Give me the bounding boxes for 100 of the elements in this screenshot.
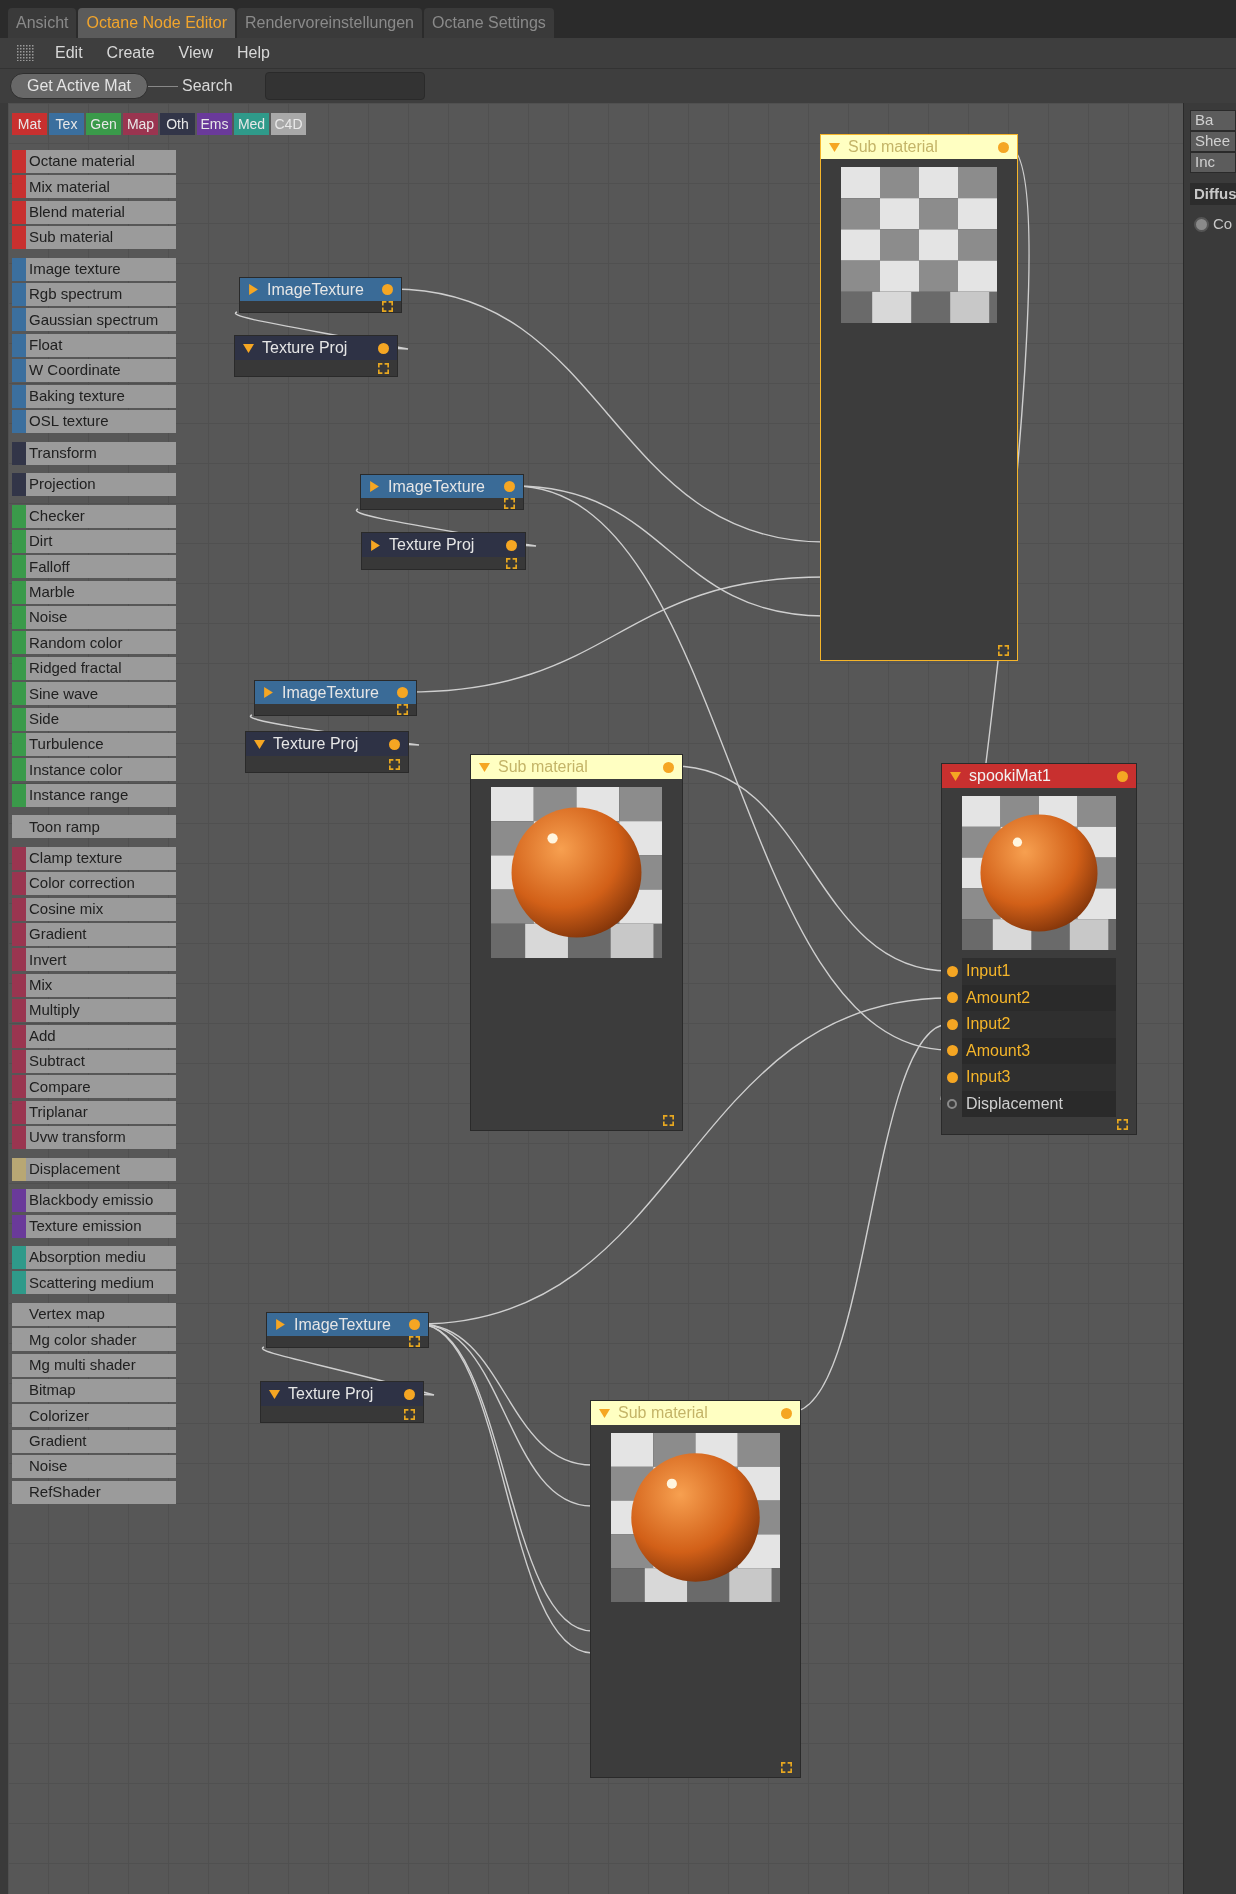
node-palette-item[interactable]: OSL texture (12, 410, 176, 433)
node-palette-item[interactable]: Image texture (12, 257, 176, 281)
node-palette-item[interactable]: Rgb spectrum (12, 283, 176, 307)
node-palette-item[interactable]: RefShader (12, 1480, 176, 1504)
resize-icon[interactable] (506, 557, 517, 569)
node-palette-item[interactable]: Mix material (12, 175, 176, 199)
texture-node[interactable]: Texture Proj (234, 335, 398, 377)
output-port[interactable] (389, 738, 400, 750)
input-port[interactable] (946, 1045, 958, 1057)
input-port[interactable] (946, 1018, 958, 1030)
category-filter[interactable]: Tex (49, 113, 84, 135)
input-port[interactable] (946, 992, 958, 1004)
node-palette-item[interactable]: Checker (12, 504, 176, 528)
input-port[interactable] (946, 965, 958, 977)
node-palette-item[interactable]: W Coordinate (12, 359, 176, 383)
tab[interactable]: Rendervoreinstellungen (237, 8, 422, 38)
resize-icon[interactable] (663, 1115, 674, 1126)
node-palette-item[interactable]: Scattering medium (12, 1271, 176, 1295)
node-palette-item[interactable]: Gradient (12, 1429, 176, 1453)
resize-icon[interactable] (378, 362, 389, 374)
node-palette-item[interactable]: Baking texture (12, 384, 176, 408)
node-palette-item[interactable]: Ridged fractal (12, 656, 176, 680)
node-palette-item[interactable]: Colorizer (12, 1404, 176, 1428)
down-triangle-icon[interactable] (243, 342, 254, 354)
down-triangle-icon[interactable] (950, 770, 961, 782)
grid-handle-icon[interactable] (17, 45, 35, 61)
node-palette-item[interactable]: Color correction (12, 872, 176, 896)
right-triangle-icon[interactable] (370, 539, 381, 551)
resize-icon[interactable] (504, 498, 515, 509)
texture-node[interactable]: ImageTexture (266, 1312, 429, 1348)
menu-item[interactable]: Create (106, 41, 155, 65)
node-palette-item[interactable]: Octane material (12, 150, 176, 173)
tab[interactable]: Octane Settings (424, 8, 554, 38)
node-palette-item[interactable]: Noise (12, 606, 176, 630)
radio-button[interactable] (1194, 216, 1209, 232)
tab[interactable]: Octane Node Editor (78, 8, 235, 38)
input-port[interactable] (946, 1071, 958, 1083)
node-palette-item[interactable]: Add (12, 1024, 176, 1048)
right-triangle-icon[interactable] (369, 481, 380, 492)
node-palette-item[interactable]: Float (12, 333, 176, 357)
node-palette-item[interactable]: Displacement (12, 1157, 176, 1181)
panel-tab-button[interactable]: Ba (1190, 110, 1236, 131)
node-palette-item[interactable]: Falloff (12, 555, 176, 579)
right-triangle-icon[interactable] (248, 284, 259, 295)
right-triangle-icon[interactable] (275, 1319, 286, 1330)
resize-icon[interactable] (397, 704, 408, 715)
node-palette-item[interactable]: Gaussian spectrum (12, 308, 176, 332)
node-palette-item[interactable]: Sine wave (12, 682, 176, 706)
resize-icon[interactable] (404, 1408, 415, 1420)
node-palette-item[interactable]: Bitmap (12, 1379, 176, 1403)
node-palette-item[interactable]: Absorption mediu (12, 1246, 176, 1269)
node-palette-item[interactable]: Multiply (12, 999, 176, 1023)
texture-node[interactable]: ImageTexture (254, 680, 417, 716)
output-port[interactable] (409, 1319, 420, 1330)
node-palette-item[interactable]: Side (12, 707, 176, 731)
panel-tab-button[interactable]: Shee (1190, 131, 1236, 152)
right-triangle-icon[interactable] (263, 687, 274, 698)
node-palette-item[interactable]: Blend material (12, 200, 176, 224)
output-port[interactable] (506, 539, 517, 551)
tab[interactable]: Ansicht (8, 8, 77, 38)
node-palette-item[interactable]: Instance range (12, 783, 176, 807)
node-palette-item[interactable]: Toon ramp (12, 815, 176, 839)
panel-tab-button[interactable]: Inc (1190, 152, 1236, 173)
output-port[interactable] (378, 342, 389, 354)
node-palette-item[interactable]: Cosine mix (12, 897, 176, 921)
resize-icon[interactable] (409, 1336, 420, 1347)
node-palette-item[interactable]: Projection (12, 473, 176, 496)
node-palette-item[interactable]: Triplanar (12, 1100, 176, 1124)
node-palette-item[interactable]: Gradient (12, 923, 176, 946)
node-palette-item[interactable]: Sub material (12, 226, 176, 250)
texture-node[interactable]: Texture Proj (245, 731, 409, 773)
texture-node[interactable]: Texture Proj (260, 1381, 424, 1423)
texture-node[interactable]: Texture Proj (361, 532, 526, 570)
material-node[interactable]: spookiMat1 Input1 Amount2 Input2 Amount3 Input3 Displacement (941, 763, 1137, 1135)
category-filter[interactable]: Map (123, 113, 158, 135)
node-palette-item[interactable]: Uvw transform (12, 1126, 176, 1150)
resize-icon[interactable] (389, 758, 400, 770)
node-palette-item[interactable]: Turbulence (12, 733, 176, 757)
output-port[interactable] (382, 284, 393, 295)
node-palette-item[interactable]: Texture emission (12, 1214, 176, 1238)
node-palette-item[interactable]: Mg color shader (12, 1328, 176, 1352)
output-port[interactable] (1117, 770, 1128, 782)
node-palette-item[interactable]: Compare (12, 1075, 176, 1099)
resize-icon[interactable] (382, 301, 393, 312)
output-port[interactable] (397, 687, 408, 698)
node-palette-item[interactable]: Invert (12, 948, 176, 972)
menu-item[interactable]: View (178, 41, 213, 65)
get-active-mat-button[interactable]: Get Active Mat (10, 73, 149, 99)
menu-item[interactable]: Help (237, 41, 270, 65)
node-palette-item[interactable]: Dirt (12, 529, 176, 553)
output-port[interactable] (504, 481, 515, 492)
resize-icon[interactable] (781, 1762, 792, 1773)
node-palette-item[interactable]: Clamp texture (12, 846, 176, 870)
node-palette-item[interactable]: Vertex map (12, 1302, 176, 1326)
output-port[interactable] (404, 1388, 415, 1400)
category-filter[interactable]: Oth (160, 113, 195, 135)
node-palette-item[interactable]: Subtract (12, 1049, 176, 1073)
texture-node[interactable]: ImageTexture (360, 474, 524, 510)
texture-node[interactable]: ImageTexture (239, 277, 402, 313)
resize-icon[interactable] (998, 645, 1009, 656)
